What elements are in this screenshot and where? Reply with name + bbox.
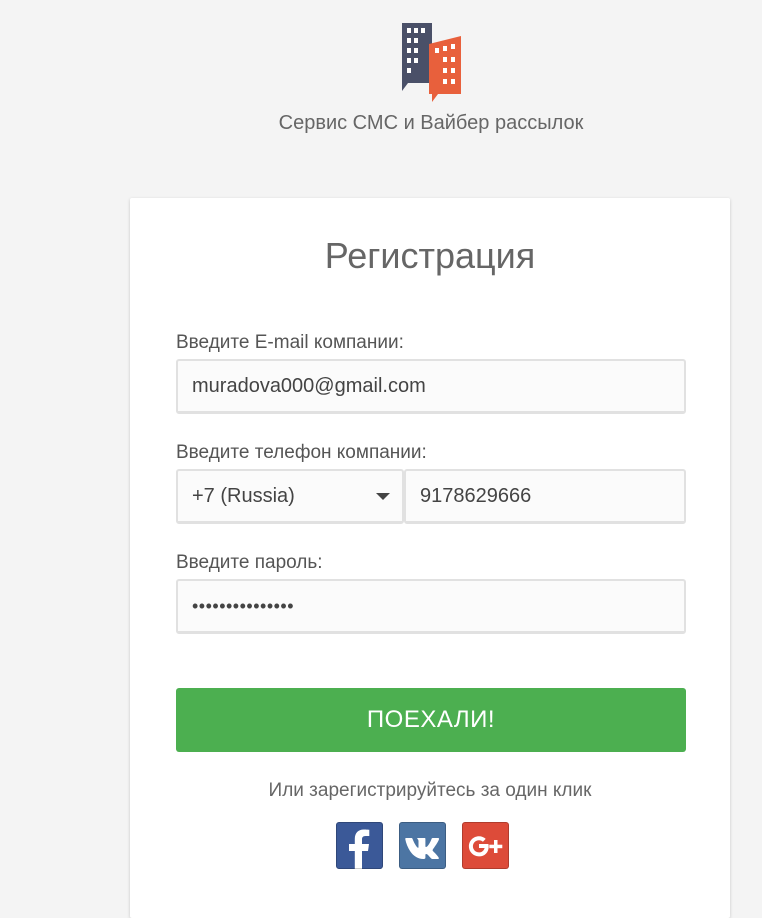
social-signup-prompt: Или зарегистрируйтесь за один клик [268, 780, 592, 801]
phone-input[interactable]: 9178629666 [404, 469, 686, 524]
vk-button[interactable] [399, 822, 446, 869]
phone-row: +7 (Russia) 9178629666 [176, 469, 686, 524]
buildings-logo-icon [399, 22, 463, 102]
country-code-value: +7 (Russia) [192, 485, 295, 507]
email-input[interactable]: muradova000@gmail.com [176, 359, 686, 414]
caret-down-icon [376, 493, 390, 500]
service-tagline: Сервис СМС и Вайбер рассылок [278, 112, 584, 134]
social-buttons [336, 822, 516, 870]
registration-card: Регистрация Введите E-mail компании: mur… [130, 198, 730, 918]
facebook-button[interactable] [336, 822, 383, 869]
country-code-select[interactable]: +7 (Russia) [176, 469, 404, 524]
password-input[interactable]: ••••••••••••••• [176, 579, 686, 634]
google-plus-button[interactable] [462, 822, 509, 869]
header: Сервис СМС и Вайбер рассылок [0, 0, 762, 180]
email-label: Введите E-mail компании: [176, 332, 404, 353]
password-label: Введите пароль: [176, 552, 323, 573]
page-title: Регистрация [324, 235, 536, 276]
submit-button[interactable]: ПОЕХАЛИ! [176, 688, 686, 752]
phone-label: Введите телефон компании: [176, 442, 427, 463]
